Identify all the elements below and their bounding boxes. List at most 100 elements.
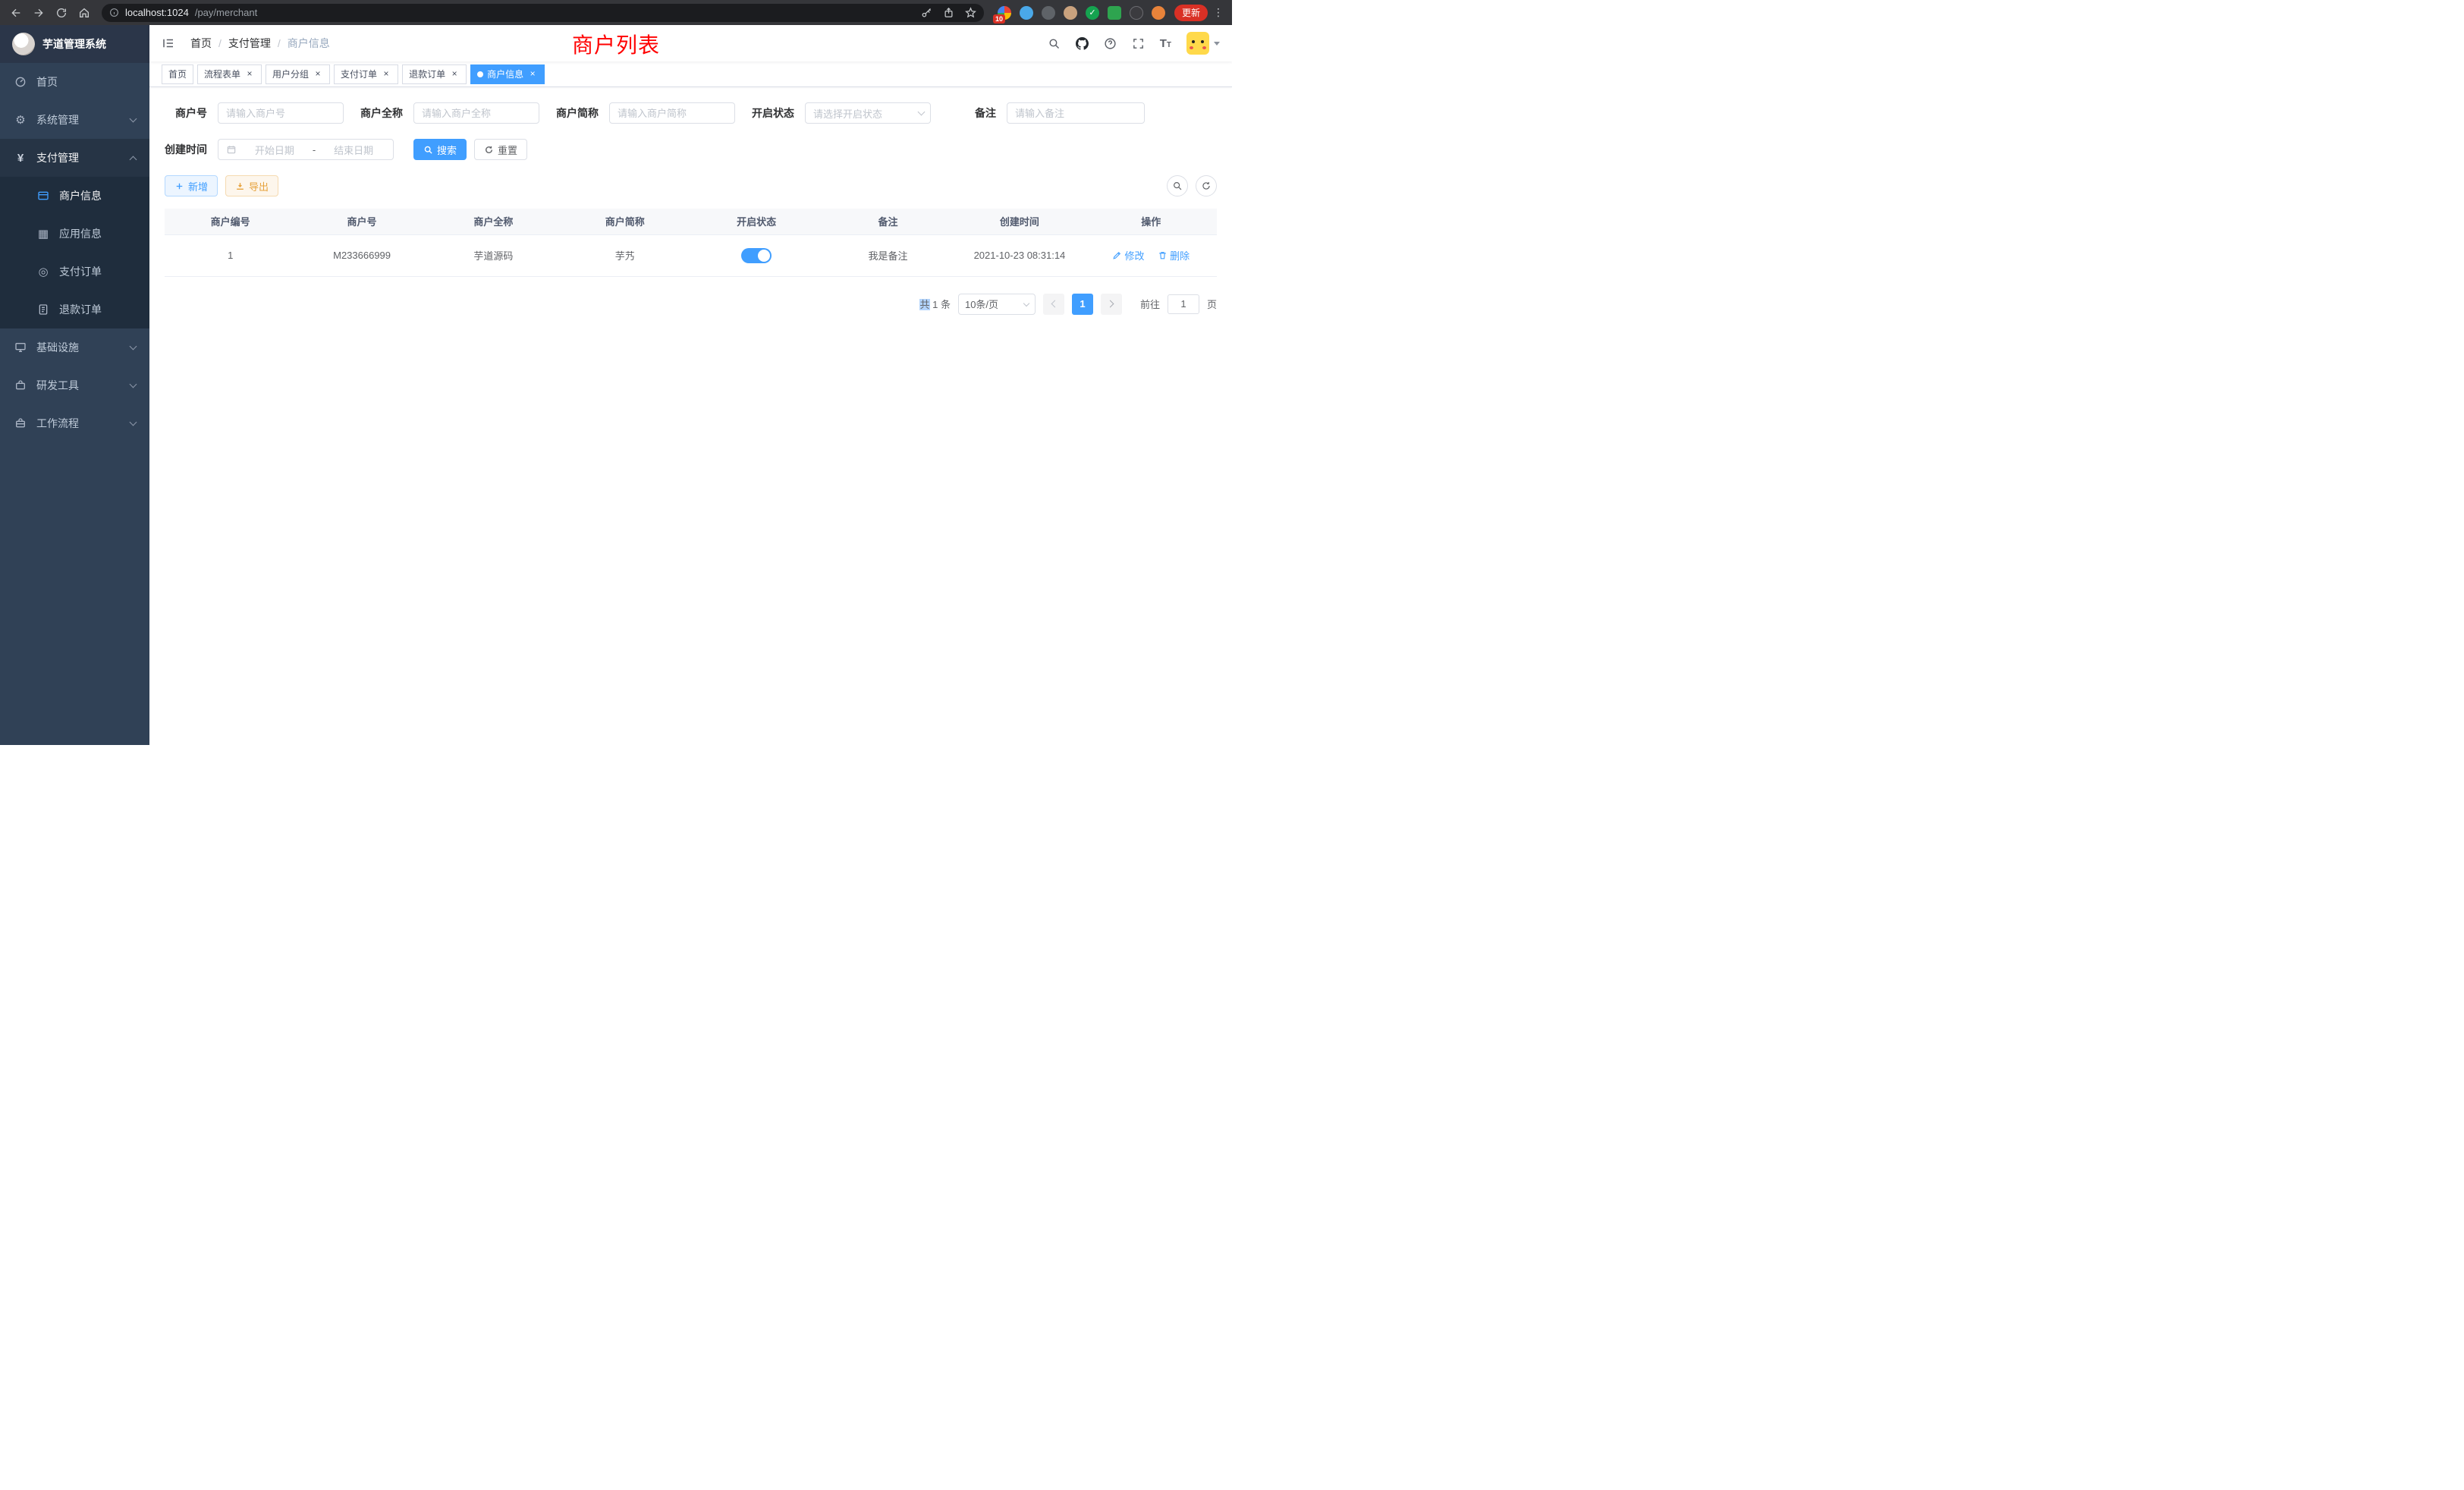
full-name-input[interactable] xyxy=(413,102,539,124)
sidebar-item-home[interactable]: 首页 xyxy=(0,63,149,101)
reset-button[interactable]: 重置 xyxy=(474,139,527,160)
delete-link[interactable]: 删除 xyxy=(1158,248,1190,262)
search-button[interactable]: 搜索 xyxy=(413,139,467,160)
create-time-range-picker[interactable]: 开始日期 - 结束日期 xyxy=(218,139,394,160)
payment-submenu: 商户信息 ▦ 应用信息 ◎ 支付订单 xyxy=(0,177,149,328)
total-count: 共 1 条 xyxy=(919,297,950,311)
user-menu[interactable] xyxy=(1186,32,1220,55)
start-date-placeholder: 开始日期 xyxy=(243,143,306,157)
sidebar-item-refund-order[interactable]: 退款订单 xyxy=(0,291,149,328)
extension-icon[interactable] xyxy=(1042,6,1055,20)
chevron-down-icon xyxy=(130,380,137,388)
sidebar-item-payment[interactable]: ¥ 支付管理 xyxy=(0,139,149,177)
prev-page-button[interactable] xyxy=(1043,294,1064,315)
sidebar-item-workflow[interactable]: 工作流程 xyxy=(0,404,149,442)
sidebar-logo[interactable]: 芋道管理系统 xyxy=(0,25,149,63)
sidebar-item-pay-order[interactable]: ◎ 支付订单 xyxy=(0,253,149,291)
extension-badge: 10 xyxy=(993,14,1005,24)
monitor-icon xyxy=(14,341,27,354)
extension-icon[interactable] xyxy=(1108,6,1121,20)
gear-icon: ⚙ xyxy=(14,113,27,127)
field-label: 商户简称 xyxy=(556,105,599,121)
hamburger-icon[interactable] xyxy=(162,35,178,52)
tab-home[interactable]: 首页 xyxy=(162,64,193,84)
extension-icon[interactable]: ✓ xyxy=(1086,6,1099,20)
reload-button[interactable] xyxy=(52,3,71,23)
bookmark-star-icon[interactable] xyxy=(965,7,976,18)
address-bar[interactable]: localhost:1024/pay/merchant xyxy=(102,4,984,22)
reload-icon xyxy=(55,7,68,19)
current-page: 1 xyxy=(1072,294,1093,315)
refresh-icon xyxy=(484,145,494,155)
close-icon[interactable]: × xyxy=(381,69,391,80)
tab-refund-order[interactable]: 退款订单 × xyxy=(402,64,467,84)
sidebar-item-merchant-info[interactable]: 商户信息 xyxy=(0,177,149,215)
table-row: 1 M233666999 芋道源码 芋艿 我是备注 2021-10-23 08:… xyxy=(165,234,1217,276)
sidebar: 芋道管理系统 首页 ⚙ 系统管理 ¥ 支付管理 xyxy=(0,25,149,745)
sidebar-item-label: 支付管理 xyxy=(36,150,79,165)
github-icon[interactable] xyxy=(1076,37,1089,50)
help-icon[interactable] xyxy=(1104,37,1117,50)
sidebar-item-label: 基础设施 xyxy=(36,340,79,355)
sidebar-item-label: 首页 xyxy=(36,74,58,90)
font-size-icon[interactable]: TT xyxy=(1160,37,1171,50)
toggle-search-button[interactable] xyxy=(1167,175,1188,196)
main-area: 首页 / 支付管理 / 商户信息 xyxy=(149,25,1232,745)
sidebar-item-label: 商户信息 xyxy=(59,188,102,203)
cell-create-time: 2021-10-23 08:31:14 xyxy=(954,234,1085,276)
fullscreen-icon[interactable] xyxy=(1132,37,1145,50)
merchant-no-input[interactable] xyxy=(218,102,344,124)
cell-remark: 我是备注 xyxy=(822,234,954,276)
close-icon[interactable]: × xyxy=(244,69,255,80)
next-page-button[interactable] xyxy=(1101,294,1122,315)
breadcrumb-home[interactable]: 首页 xyxy=(190,36,212,51)
tab-process-form[interactable]: 流程表单 × xyxy=(197,64,262,84)
search-icon[interactable] xyxy=(1048,37,1061,50)
sidebar-item-devtools[interactable]: 研发工具 xyxy=(0,366,149,404)
extension-icon[interactable] xyxy=(1130,6,1143,20)
page-size-select[interactable]: 10条/页 xyxy=(958,294,1036,315)
edit-link[interactable]: 修改 xyxy=(1112,248,1144,262)
tab-user-group[interactable]: 用户分组 × xyxy=(266,64,330,84)
browser-update-button[interactable]: 更新 xyxy=(1174,5,1208,21)
tab-pay-order[interactable]: 支付订单 × xyxy=(334,64,398,84)
close-icon[interactable]: × xyxy=(527,69,538,80)
extension-icon[interactable] xyxy=(1020,6,1033,20)
share-icon[interactable] xyxy=(943,7,954,18)
extension-icon[interactable] xyxy=(1152,6,1165,20)
reset-button-label: 重置 xyxy=(498,143,517,157)
password-key-icon[interactable] xyxy=(921,7,932,18)
col-status: 开启状态 xyxy=(691,209,822,234)
app-title: 芋道管理系统 xyxy=(42,36,106,52)
short-name-input[interactable] xyxy=(609,102,735,124)
logo-avatar xyxy=(12,33,35,55)
forward-button[interactable] xyxy=(29,3,49,23)
export-button[interactable]: 导出 xyxy=(225,175,278,196)
sidebar-item-infra[interactable]: 基础设施 xyxy=(0,328,149,366)
cell-merchant-no: M233666999 xyxy=(296,234,427,276)
page-info-icon[interactable] xyxy=(109,8,119,17)
home-button[interactable] xyxy=(74,3,94,23)
breadcrumb-current: 商户信息 xyxy=(288,36,330,51)
remark-input[interactable] xyxy=(1007,102,1145,124)
refresh-table-button[interactable] xyxy=(1196,175,1217,196)
back-button[interactable] xyxy=(6,3,26,23)
goto-page-input[interactable] xyxy=(1168,294,1199,314)
document-icon xyxy=(36,303,50,316)
goto-label: 前往 xyxy=(1140,297,1160,311)
extension-icon[interactable] xyxy=(1064,6,1077,20)
add-button[interactable]: 新增 xyxy=(165,175,218,196)
tab-merchant-info[interactable]: 商户信息 × xyxy=(470,64,545,84)
sidebar-item-system[interactable]: ⚙ 系统管理 xyxy=(0,101,149,139)
page-unit-label: 页 xyxy=(1207,297,1217,311)
close-icon[interactable]: × xyxy=(313,69,323,80)
close-icon[interactable]: × xyxy=(449,69,460,80)
extension-icon[interactable]: 10 xyxy=(998,6,1011,20)
breadcrumb-section[interactable]: 支付管理 xyxy=(228,36,271,51)
browser-menu-icon[interactable]: ⋮ xyxy=(1211,6,1226,19)
sidebar-item-app-info[interactable]: ▦ 应用信息 xyxy=(0,215,149,253)
col-short-name: 商户简称 xyxy=(559,209,690,234)
chevron-down-icon xyxy=(130,115,137,122)
status-select[interactable]: 请选择开启状态 xyxy=(805,102,931,124)
status-toggle[interactable] xyxy=(741,248,772,263)
